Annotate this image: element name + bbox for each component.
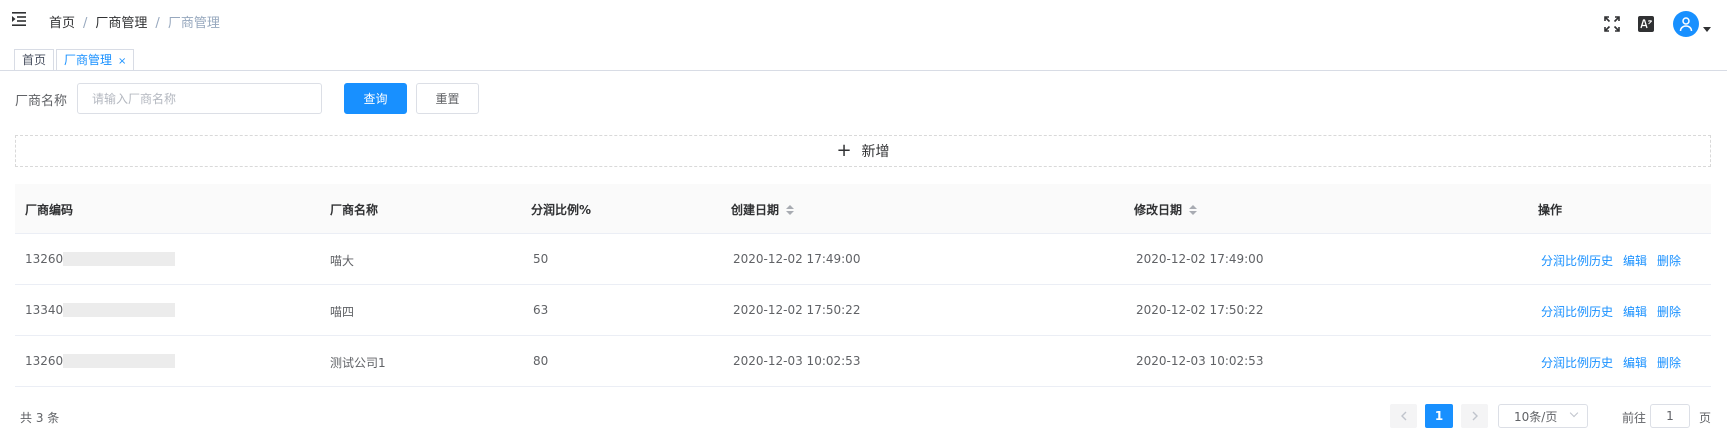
column-header-name: 厂商名称 (330, 201, 378, 218)
cell-name: 喵大 (330, 254, 355, 268)
user-avatar-icon[interactable] (1673, 11, 1699, 37)
close-icon[interactable]: × (118, 56, 126, 67)
chevron-left-icon (1400, 411, 1406, 421)
chevron-right-icon (1472, 411, 1478, 421)
goto-unit: 页 (1699, 411, 1712, 425)
history-link[interactable]: 分润比例历史 (1541, 356, 1613, 370)
column-header-created[interactable]: 创建日期 (731, 201, 795, 218)
tag-label: 厂商管理 (64, 53, 113, 67)
column-header-label: 创建日期 (731, 203, 780, 217)
hamburger-menu-icon[interactable] (12, 12, 28, 26)
cell-ratio: 50 (533, 252, 549, 266)
cell-created: 2020-12-02 17:50:22 (733, 303, 861, 317)
breadcrumb-separator: / (83, 16, 88, 31)
column-header-ratio: 分润比例% (531, 201, 591, 218)
edit-link[interactable]: 编辑 (1623, 254, 1647, 268)
page-size-select[interactable]: 10条/页 (1498, 404, 1588, 428)
tag-home[interactable]: 首页 (14, 49, 55, 71)
next-page-button[interactable] (1461, 404, 1488, 428)
tags-view: 首页 厂商管理 × (0, 46, 1727, 71)
cell-created: 2020-12-02 17:49:00 (733, 252, 861, 266)
plus-icon: + (836, 140, 852, 161)
cell-ratio: 63 (533, 303, 549, 317)
goto-label: 前往 (1622, 411, 1647, 425)
breadcrumb: 首页 / 厂商管理 / 厂商管理 (49, 12, 220, 31)
top-navbar: 首页 / 厂商管理 / 厂商管理 (0, 0, 1727, 42)
cell-name: 测试公司1 (330, 356, 386, 370)
column-header-label: 厂商名称 (330, 203, 379, 217)
translate-icon[interactable] (1637, 15, 1655, 33)
delete-link[interactable]: 删除 (1657, 356, 1681, 370)
code-text: 13260 (25, 354, 64, 368)
caret-down-icon[interactable] (1703, 26, 1711, 32)
page-number-current[interactable]: 1 (1425, 404, 1453, 428)
cell-modified: 2020-12-03 10:02:53 (1136, 354, 1264, 368)
column-header-label: 操作 (1538, 203, 1563, 217)
delete-link[interactable]: 删除 (1657, 254, 1681, 268)
breadcrumb-separator: / (155, 16, 160, 31)
prev-page-button[interactable] (1390, 404, 1417, 428)
cell-actions: 分润比例历史 编辑 删除 (1541, 354, 1691, 371)
redacted-block (63, 251, 176, 266)
add-button-label: 新增 (861, 144, 890, 160)
vendor-table: 厂商编码 厂商名称 分润比例% 创建日期 修改日期 操作 13260 喵大 50… (15, 184, 1711, 387)
delete-link[interactable]: 删除 (1657, 305, 1681, 319)
pagination-total: 共 3 条 (20, 411, 60, 425)
chevron-down-icon (1569, 408, 1579, 418)
column-header-label: 厂商编码 (25, 203, 74, 217)
goto-page-input[interactable] (1650, 404, 1690, 428)
vendor-name-label: 厂商名称 (15, 94, 68, 109)
cell-modified: 2020-12-02 17:49:00 (1136, 252, 1264, 266)
header-actions (1587, 10, 1711, 38)
redacted-block (63, 302, 176, 317)
cell-actions: 分润比例历史 编辑 删除 (1541, 252, 1691, 269)
page-size-value: 10条/页 (1514, 409, 1558, 424)
sort-icon[interactable] (1189, 204, 1198, 215)
history-link[interactable]: 分润比例历史 (1541, 305, 1613, 319)
cell-code: 13260 (25, 353, 176, 368)
column-header-modified[interactable]: 修改日期 (1134, 201, 1198, 218)
sort-icon[interactable] (786, 204, 795, 215)
column-header-code: 厂商编码 (25, 201, 73, 218)
edit-link[interactable]: 编辑 (1623, 305, 1647, 319)
breadcrumb-parent[interactable]: 厂商管理 (95, 16, 147, 31)
tag-label: 首页 (22, 53, 47, 67)
table-header: 厂商编码 厂商名称 分润比例% 创建日期 修改日期 操作 (15, 184, 1711, 234)
vendor-name-input[interactable] (77, 83, 322, 114)
table-row: 13260 测试公司1 80 2020-12-03 10:02:53 2020-… (15, 336, 1711, 387)
breadcrumb-home[interactable]: 首页 (49, 16, 75, 31)
add-button[interactable]: + 新增 (15, 135, 1711, 167)
redacted-block (63, 353, 176, 368)
column-header-actions: 操作 (1538, 201, 1562, 218)
cell-created: 2020-12-03 10:02:53 (733, 354, 861, 368)
code-text: 13260 (25, 252, 64, 266)
cell-modified: 2020-12-02 17:50:22 (1136, 303, 1264, 317)
table-row: 13340 喵四 63 2020-12-02 17:50:22 2020-12-… (15, 285, 1711, 336)
breadcrumb-current: 厂商管理 (167, 16, 220, 31)
edit-link[interactable]: 编辑 (1623, 356, 1647, 370)
cell-code: 13260 (25, 251, 176, 266)
cell-actions: 分润比例历史 编辑 删除 (1541, 303, 1691, 320)
cell-name: 喵四 (330, 305, 355, 319)
cell-code: 13340 (25, 302, 176, 317)
query-button[interactable]: 查询 (344, 83, 407, 114)
reset-button[interactable]: 重置 (416, 83, 479, 114)
column-header-label: 分润比例% (531, 203, 592, 217)
cell-ratio: 80 (533, 354, 549, 368)
history-link[interactable]: 分润比例历史 (1541, 254, 1613, 268)
column-header-label: 修改日期 (1134, 203, 1183, 217)
tag-vendor-management[interactable]: 厂商管理 × (56, 49, 135, 71)
code-text: 13340 (25, 303, 64, 317)
table-row: 13260 喵大 50 2020-12-02 17:49:00 2020-12-… (15, 234, 1711, 285)
fullscreen-icon[interactable] (1603, 15, 1621, 33)
